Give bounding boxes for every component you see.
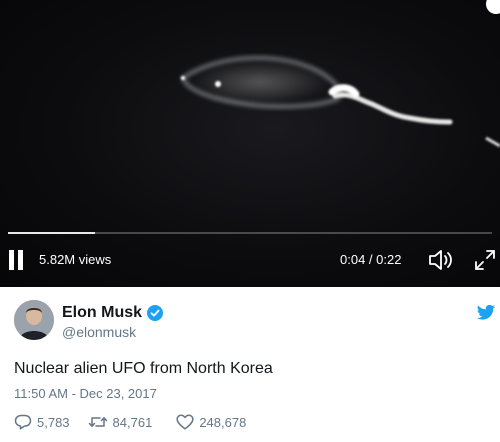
- tweet-timestamp[interactable]: 11:50 AM - Dec 23, 2017: [14, 386, 157, 401]
- reply-count: 5,783: [37, 414, 70, 430]
- retweet-icon: [88, 416, 107, 428]
- video-progress-fill: [8, 232, 96, 234]
- avatar-image: [14, 300, 54, 340]
- author-handle[interactable]: @elonmusk: [62, 324, 136, 340]
- verified-badge-icon: [147, 305, 164, 321]
- retweet-button[interactable]: 84,761: [88, 414, 153, 430]
- pause-icon: [9, 250, 14, 270]
- video-frame: [181, 56, 500, 148]
- tweet-text: Nuclear alien UFO from North Korea: [14, 360, 273, 377]
- tweet-actions: 5,783 84,761 248,678: [14, 414, 246, 430]
- reply-button[interactable]: 5,783: [14, 414, 70, 430]
- reply-icon: [14, 414, 32, 430]
- fullscreen-icon: [475, 250, 495, 270]
- video-progress-bar[interactable]: [8, 232, 492, 234]
- heart-icon: [176, 414, 194, 430]
- volume-icon: [429, 250, 452, 270]
- rocket-plume: [181, 56, 342, 108]
- view-count: 5.82M views: [39, 252, 112, 267]
- like-count: 248,678: [199, 414, 247, 430]
- avatar[interactable]: [14, 300, 54, 340]
- fullscreen-button[interactable]: [473, 248, 497, 272]
- pause-button[interactable]: [9, 250, 25, 270]
- author-name[interactable]: Elon Musk: [62, 304, 142, 322]
- retweet-count: 84,761: [112, 414, 153, 430]
- volume-button[interactable]: [428, 249, 454, 271]
- author-name-row[interactable]: Elon Musk: [62, 304, 164, 322]
- video-time: 0:04 / 0:22: [340, 252, 402, 267]
- video-player[interactable]: 5.82M views 0:04 / 0:22: [0, 0, 500, 287]
- twitter-bird-icon[interactable]: [476, 304, 496, 322]
- like-button[interactable]: 248,678: [176, 414, 246, 430]
